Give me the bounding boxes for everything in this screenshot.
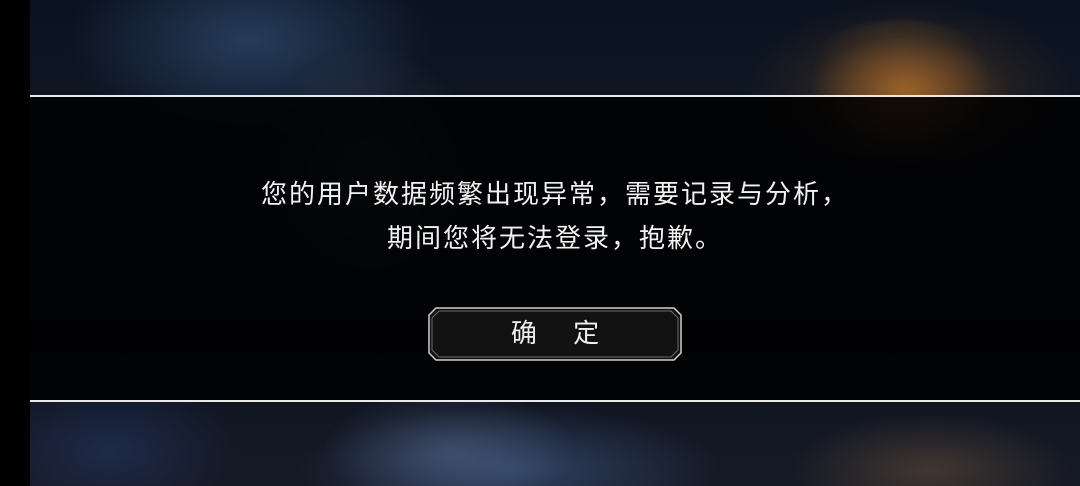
background-mech-silhouette [320, 390, 580, 486]
dialog-bottom-divider [30, 400, 1080, 402]
game-screen: 您的用户数据频繁出现异常，需要记录与分析， 期间您将无法登录，抱歉。 确 定 [0, 0, 1080, 486]
dialog-top-divider [30, 95, 1080, 97]
dialog-message-line2: 期间您将无法登录，抱歉。 [386, 224, 723, 254]
confirm-button[interactable]: 确 定 [428, 307, 682, 361]
confirm-button-label: 确 定 [510, 319, 614, 349]
dialog-message-line1: 您的用户数据频繁出现异常，需要记录与分析， [260, 180, 849, 210]
